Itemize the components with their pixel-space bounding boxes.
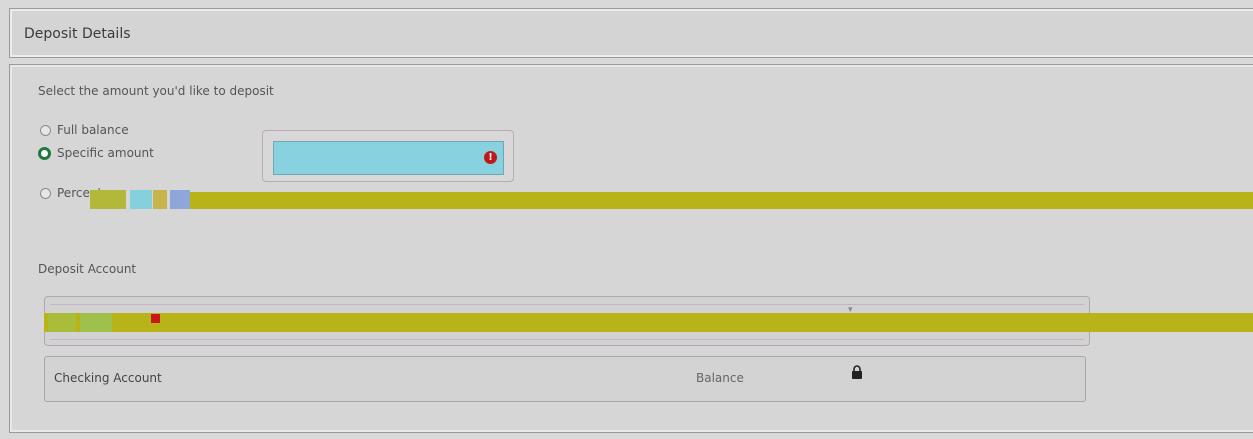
source-section-label: Deposit Account <box>38 262 137 276</box>
track-divider-top <box>50 304 1084 305</box>
account-balance-label: Balance <box>696 371 744 385</box>
amount-input[interactable] <box>273 141 504 175</box>
radio-button[interactable] <box>40 124 51 136</box>
radio-button[interactable] <box>40 187 51 199</box>
radio-button-selected[interactable] <box>38 146 51 160</box>
percentage-chip-1[interactable] <box>90 190 126 209</box>
account-list-item[interactable] <box>44 356 1086 402</box>
lock-icon <box>852 365 862 379</box>
track-divider-bottom <box>50 339 1084 340</box>
percentage-highlight-bar <box>190 192 1253 209</box>
percentage-chip-3[interactable] <box>153 190 167 209</box>
deposit-details-header: Deposit Details <box>9 8 1253 58</box>
radio-label: Specific amount <box>57 146 154 160</box>
radio-specific-amount[interactable]: Specific amount <box>38 146 154 160</box>
deposit-prompt: Select the amount you'd like to deposit <box>38 84 274 98</box>
page-title: Deposit Details <box>24 26 131 42</box>
error-icon: ! <box>484 151 497 164</box>
account-chip-2[interactable] <box>80 313 112 332</box>
close-icon[interactable] <box>151 314 160 323</box>
account-name: Checking Account <box>54 371 162 385</box>
percentage-chip-4[interactable] <box>170 190 190 209</box>
account-highlight-bar <box>44 313 1253 332</box>
percentage-chip-2[interactable] <box>130 190 152 209</box>
account-chip-1[interactable] <box>48 313 76 332</box>
radio-full-balance[interactable]: Full balance <box>40 123 129 137</box>
radio-label: Full balance <box>57 123 129 137</box>
